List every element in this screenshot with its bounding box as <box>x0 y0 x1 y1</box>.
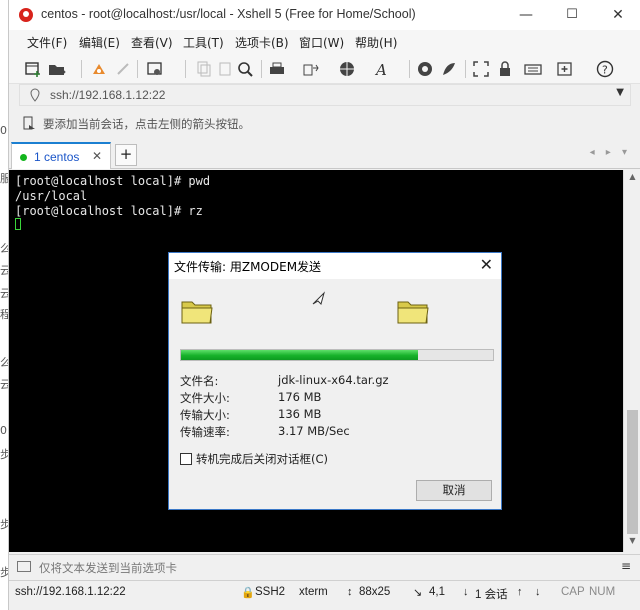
script-icon[interactable] <box>439 59 459 79</box>
svg-text:A: A <box>374 61 387 79</box>
menu-edit[interactable]: 编辑(E) <box>79 34 120 51</box>
font-icon[interactable]: A <box>373 59 393 79</box>
address-dropdown-icon[interactable]: ▼ <box>616 87 624 98</box>
terminal-scrollbar[interactable]: ▲ ▼ <box>623 170 640 552</box>
status-down-icon: ↓ <box>535 586 541 598</box>
cancel-button[interactable]: 取消 <box>416 480 492 501</box>
compose-input[interactable]: 仅将文本发送到当前选项卡 <box>39 560 177 576</box>
address-bar[interactable]: ssh://192.168.1.12:22 ▼ <box>19 84 631 106</box>
filename-value: jdk-linux-x64.tar.gz <box>278 373 389 387</box>
status-size-icon: ↕ <box>347 586 353 598</box>
close-on-complete-checkbox[interactable] <box>180 453 192 465</box>
tab-bar: 1 centos ✕ + ◂ ▸ ▾ <box>9 141 640 169</box>
status-term: xterm <box>299 586 328 598</box>
menu-window[interactable]: 窗口(W) <box>299 34 344 51</box>
minimize-button[interactable]: — <box>503 0 549 30</box>
address-pin-icon <box>30 88 40 102</box>
terminal-line: /usr/local <box>15 189 88 203</box>
status-up-icon: ↑ <box>517 586 523 598</box>
lock-icon[interactable] <box>495 59 515 79</box>
copy-icon[interactable] <box>193 59 213 79</box>
status-num: NUM <box>589 586 616 598</box>
maximize-button[interactable]: ☐ <box>549 0 595 30</box>
compose-menu-icon[interactable]: ≡ <box>621 559 631 573</box>
tab-navigation[interactable]: ◂ ▸ ▾ <box>590 147 631 158</box>
open-folder-icon[interactable] <box>47 59 67 79</box>
status-cursor: 4,1 <box>429 586 445 598</box>
status-caps: CAP <box>561 586 585 598</box>
filename-label: 文件名: <box>180 374 219 388</box>
close-on-complete-label[interactable]: 转机完成后关闭对话框(C) <box>196 451 328 467</box>
keyboard-icon[interactable] <box>523 59 543 79</box>
source-folder-icon <box>181 301 213 324</box>
transfer-icon[interactable] <box>301 59 321 79</box>
menu-tools[interactable]: 工具(T) <box>183 34 224 51</box>
tab-centos[interactable]: 1 centos ✕ <box>11 142 111 169</box>
transferred-value: 136 MB <box>278 407 322 421</box>
status-protocol: SSH2 <box>255 586 286 598</box>
menu-tabs[interactable]: 选项卡(B) <box>235 34 289 51</box>
add-session-arrow-icon[interactable] <box>23 116 37 130</box>
status-size: 88x25 <box>359 586 391 598</box>
print-icon[interactable] <box>267 59 287 79</box>
paste-icon[interactable] <box>215 59 235 79</box>
session-hint-text: 要添加当前会话，点击左侧的箭头按钮。 <box>43 117 250 131</box>
fullscreen-icon[interactable] <box>471 59 491 79</box>
properties-icon[interactable] <box>145 59 165 79</box>
transferred-label: 传输大小: <box>180 408 230 422</box>
xshell-logo-icon <box>19 8 33 22</box>
scroll-down-icon[interactable]: ▼ <box>624 536 640 552</box>
terminal-cursor <box>15 218 21 230</box>
new-tab-toolbar-icon[interactable] <box>555 59 575 79</box>
menu-help[interactable]: 帮助(H) <box>355 34 397 51</box>
menu-bar: 文件(F) 编辑(E) 查看(V) 工具(T) 选项卡(B) 窗口(W) 帮助(… <box>9 30 640 54</box>
rate-label: 传输速率: <box>180 425 230 439</box>
flying-paper-icon <box>312 291 325 305</box>
disconnect-icon[interactable] <box>113 59 133 79</box>
help-icon[interactable]: ? <box>595 59 615 79</box>
status-lock-icon: 🔒 <box>241 587 255 599</box>
find-icon[interactable] <box>235 59 255 79</box>
new-session-icon[interactable] <box>23 59 43 79</box>
globe-icon[interactable] <box>337 59 357 79</box>
rate-value: 3.17 MB/Sec <box>278 424 350 438</box>
menu-file[interactable]: 文件(F) <box>27 34 67 51</box>
status-cursor-icon: ↘ <box>413 587 423 599</box>
dialog-close-button[interactable]: ✕ <box>480 255 493 274</box>
connected-status-icon <box>20 154 27 161</box>
filesize-label: 文件大小: <box>180 391 230 405</box>
tab-close-icon[interactable]: ✕ <box>92 149 102 163</box>
compose-bar[interactable]: 仅将文本发送到当前选项卡 ≡ <box>9 554 640 578</box>
status-sessions: 1 会话 <box>475 589 508 601</box>
title-bar: centos - root@localhost:/usr/local - Xsh… <box>9 0 640 30</box>
transfer-progress-bar <box>180 349 494 361</box>
reconnect-icon[interactable] <box>89 59 109 79</box>
status-session-icon: ↓ <box>463 586 469 598</box>
svg-text:?: ? <box>602 64 608 77</box>
toolbar: A ? <box>9 54 640 84</box>
close-button[interactable]: ✕ <box>595 0 640 30</box>
session-hint-bar: 要添加当前会话，点击左侧的箭头按钮。 <box>19 112 631 134</box>
scrollbar-thumb[interactable] <box>627 410 638 534</box>
zmodem-transfer-dialog: 文件传输: 用ZMODEM发送 ✕ 文件名: jdk-linux-x64.tar… <box>168 252 502 510</box>
destination-folder-icon <box>397 301 429 324</box>
status-bar: ssh://192.168.1.12:22 🔒 SSH2 xterm ↕ 88x… <box>9 580 640 604</box>
tab-label: 1 centos <box>34 150 80 164</box>
terminal-line: [root@localhost local]# rz <box>15 204 203 218</box>
progress-fill <box>181 350 419 360</box>
xftp-icon[interactable] <box>415 59 435 79</box>
new-tab-button[interactable]: + <box>115 144 137 166</box>
dialog-title: 文件传输: 用ZMODEM发送 <box>174 260 322 274</box>
terminal-line: [root@localhost local]# pwd <box>15 174 211 188</box>
compose-icon <box>17 561 31 572</box>
menu-view[interactable]: 查看(V) <box>131 34 173 51</box>
status-address: ssh://192.168.1.12:22 <box>15 586 126 598</box>
filesize-value: 176 MB <box>278 390 322 404</box>
dialog-title-bar: 文件传输: 用ZMODEM发送 ✕ <box>169 253 501 279</box>
scroll-up-icon[interactable]: ▲ <box>624 172 640 188</box>
window-title: centos - root@localhost:/usr/local - Xsh… <box>41 7 416 21</box>
address-input[interactable]: ssh://192.168.1.12:22 <box>50 88 165 102</box>
